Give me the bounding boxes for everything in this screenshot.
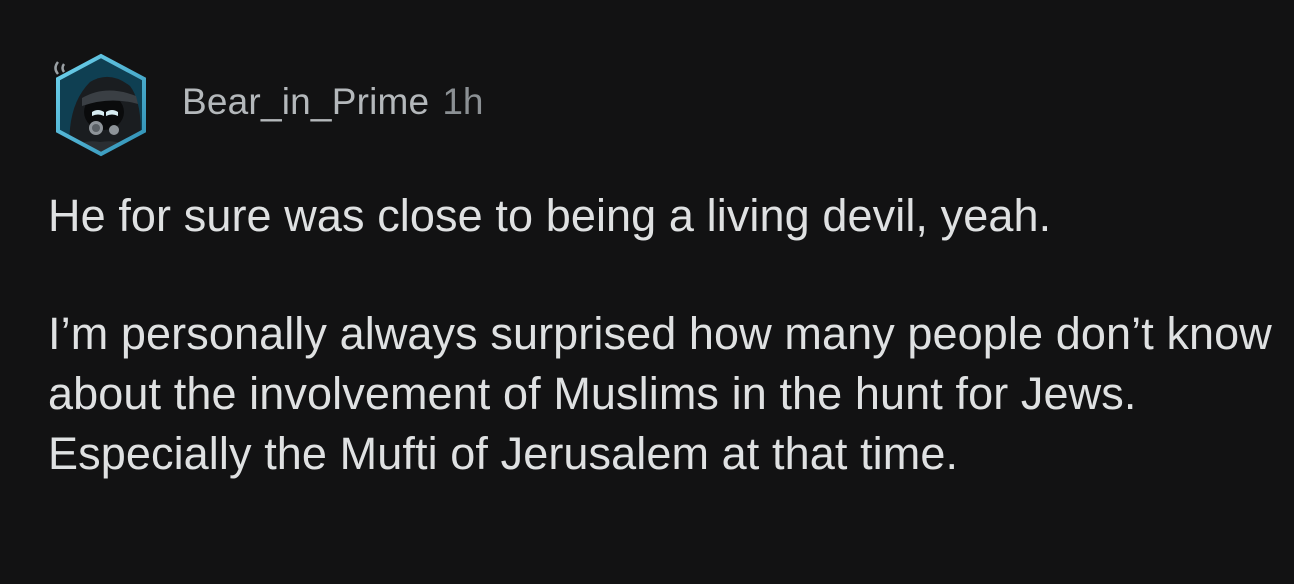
comment: Bear_in_Prime 1h He for sure was close t…: [0, 0, 1294, 584]
comment-meta: Bear_in_Prime 1h: [182, 81, 483, 123]
username-link[interactable]: Bear_in_Prime: [182, 81, 429, 123]
comment-paragraph: I’m personally always surprised how many…: [48, 308, 1272, 479]
comment-body: He for sure was close to being a living …: [48, 186, 1278, 484]
comment-paragraph: He for sure was close to being a living …: [48, 190, 1052, 241]
comment-header: Bear_in_Prime 1h: [40, 44, 483, 164]
timestamp: 1h: [442, 81, 484, 122]
hooded-avatar-icon: [54, 53, 146, 157]
avatar[interactable]: [40, 46, 162, 162]
